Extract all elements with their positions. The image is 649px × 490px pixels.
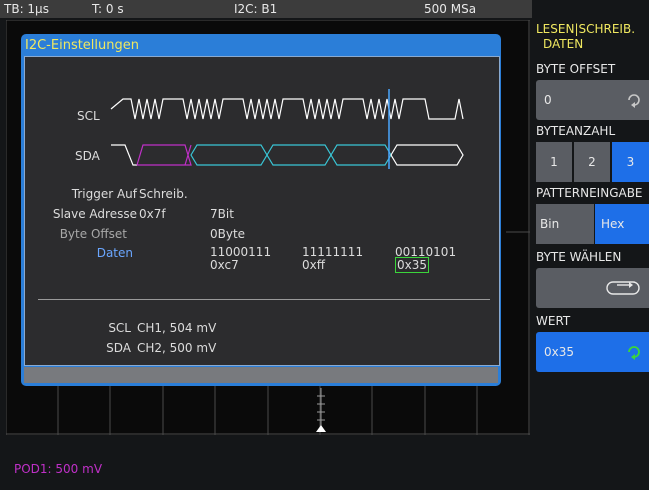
pattern-option-hex[interactable]: Hex — [595, 204, 649, 244]
timebase-readout: TB: 1µs — [4, 2, 49, 16]
byte-count-option-3[interactable]: 3 — [612, 142, 649, 182]
divider — [38, 299, 490, 300]
sda-address-byte — [136, 144, 192, 166]
probe-readout: POD1: 500 mV — [14, 462, 103, 476]
data-byte-2-hex: 0xff — [302, 258, 326, 272]
data-byte-2[interactable]: 11111111 0xff — [302, 246, 363, 272]
value-header: WERT — [536, 314, 571, 328]
byte-offset-header: BYTE OFFSET — [536, 62, 616, 76]
rotary-knob-icon — [628, 94, 640, 108]
data-byte-3-hex-selected: 0x35 — [395, 257, 430, 273]
byte-offset-control-value: 0 — [544, 93, 552, 107]
sample-rate-readout: 500 MSa — [424, 2, 477, 16]
byte-select-header: BYTE WÄHLEN — [536, 250, 622, 264]
data-label: Daten — [96, 246, 133, 260]
slave-address-bits: 7Bit — [210, 207, 234, 221]
i2c-timing-diagram — [110, 89, 464, 169]
data-byte-1[interactable]: 11000111 0xc7 — [210, 246, 271, 272]
status-bar: TB: 1µs T: 0 s I2C: B1 500 MSa — [0, 0, 532, 18]
toggle-arrow-icon — [606, 281, 640, 295]
scl-waveform — [110, 98, 464, 120]
rotary-knob-icon — [628, 346, 640, 360]
trigger-on-value: Schreib. — [139, 187, 188, 201]
trigger-time-readout: T: 0 s — [92, 2, 124, 16]
sda-start-waveform — [111, 144, 137, 166]
sda-source-label: SDA — [106, 341, 131, 355]
trigger-on-label: Trigger Auf — [71, 187, 137, 201]
value-control-value: 0x35 — [544, 345, 575, 359]
byte-select-button[interactable] — [536, 268, 649, 308]
data-byte-1-hex: 0xc7 — [210, 258, 239, 272]
mode-title-line1: LESEN|SCHREIB. — [536, 22, 636, 36]
sda-data-byte-3 — [330, 144, 392, 166]
dialog-title: I2C-Einstellungen — [25, 38, 139, 53]
byte-count-option-2[interactable]: 2 — [574, 142, 610, 182]
sda-data-byte-2 — [266, 144, 332, 166]
slave-address-label: Slave Adresse — [52, 207, 137, 221]
scl-source-label: SCL — [108, 321, 131, 335]
byte-offset-control[interactable]: 0 — [536, 80, 649, 120]
dialog-body: SCL SDA Trigger Auf Schreib. Slave Adres… — [24, 56, 500, 366]
mode-title-line2: DATEN — [543, 37, 584, 51]
i2c-settings-dialog: I2C-Einstellungen SCL SDA Trigger Auf Sc… — [21, 34, 501, 386]
softkey-menu: LESEN|SCHREIB. DATEN BYTE OFFSET 0 BYTEA… — [532, 0, 649, 490]
sda-data-byte-1 — [190, 144, 268, 166]
pattern-option-bin[interactable]: Bin — [536, 204, 594, 244]
data-byte-3[interactable]: 00110101 0x35 — [395, 246, 456, 273]
bus-readout: I2C: B1 — [234, 2, 278, 16]
sda-source-value: CH2, 500 mV — [137, 341, 217, 355]
scl-source-value: CH1, 504 mV — [137, 321, 217, 335]
byte-offset-label: Byte Offset — [59, 227, 127, 241]
pattern-input-header: PATTERNEINGABE — [536, 186, 643, 200]
byte-count-header: BYTEANZAHL — [536, 124, 616, 138]
slave-address-value: 0x7f — [139, 207, 166, 221]
sda-tail-waveform — [390, 144, 464, 166]
value-control[interactable]: 0x35 — [536, 332, 649, 372]
byte-offset-value: 0Byte — [210, 227, 246, 241]
dialog-footer — [24, 367, 498, 383]
byte-count-option-1[interactable]: 1 — [536, 142, 572, 182]
